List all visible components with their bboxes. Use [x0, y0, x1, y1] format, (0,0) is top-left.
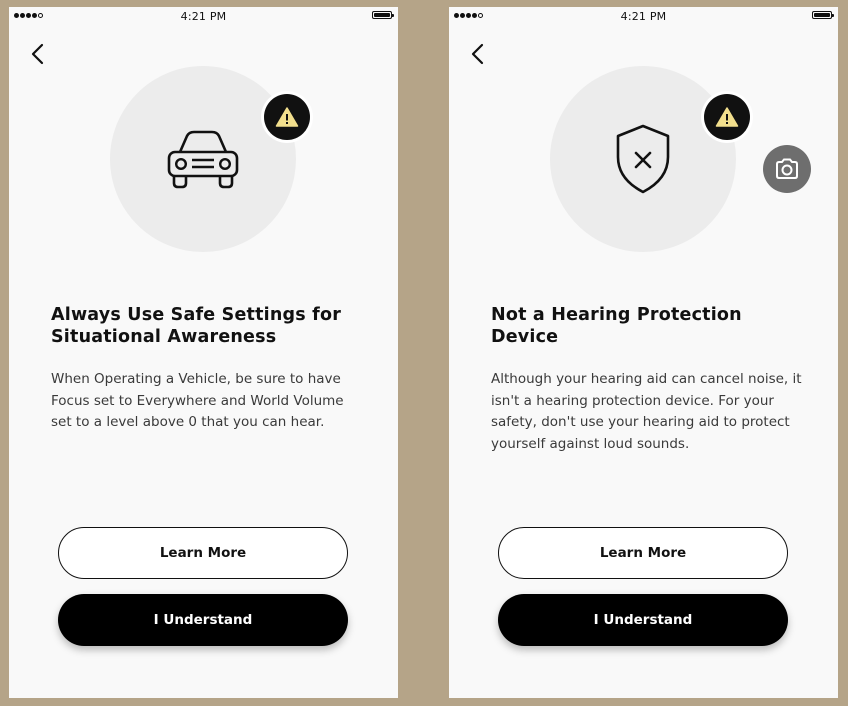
- car-icon: [164, 128, 242, 196]
- i-understand-button[interactable]: I Understand: [498, 594, 788, 646]
- i-understand-button[interactable]: I Understand: [58, 594, 348, 646]
- warning-icon: [715, 107, 739, 127]
- battery-icon: [812, 11, 834, 19]
- screen-hearing-protection: 4:21 PM Not a Hearing Protection Device …: [449, 7, 838, 698]
- body-text: Although your hearing aid can cancel noi…: [491, 371, 802, 452]
- chevron-left-icon: [471, 43, 484, 65]
- status-time: 4:21 PM: [180, 10, 227, 23]
- battery-icon: [372, 11, 394, 19]
- back-button[interactable]: [467, 41, 491, 69]
- learn-more-button[interactable]: Learn More: [498, 527, 788, 579]
- warning-badge: [701, 91, 753, 143]
- page-title: Not a Hearing Protection Device: [491, 305, 742, 347]
- warning-icon: [275, 107, 299, 127]
- camera-icon: [776, 158, 798, 179]
- body-text: When Operating a Vehicle, be sure to hav…: [51, 371, 344, 430]
- warning-badge: [261, 91, 313, 143]
- chevron-left-icon: [31, 43, 44, 65]
- status-time: 4:21 PM: [620, 10, 667, 23]
- status-bar: 4:21 PM: [449, 7, 838, 25]
- camera-button[interactable]: [763, 145, 811, 193]
- page-title: Always Use Safe Settings for Situational…: [51, 305, 342, 347]
- status-bar: 4:21 PM: [9, 7, 398, 25]
- screen-safe-settings: 4:21 PM Always Use Safe Settings for Sit…: [9, 7, 398, 698]
- back-button[interactable]: [27, 41, 51, 69]
- learn-more-button[interactable]: Learn More: [58, 527, 348, 579]
- shield-x-icon: [614, 123, 672, 199]
